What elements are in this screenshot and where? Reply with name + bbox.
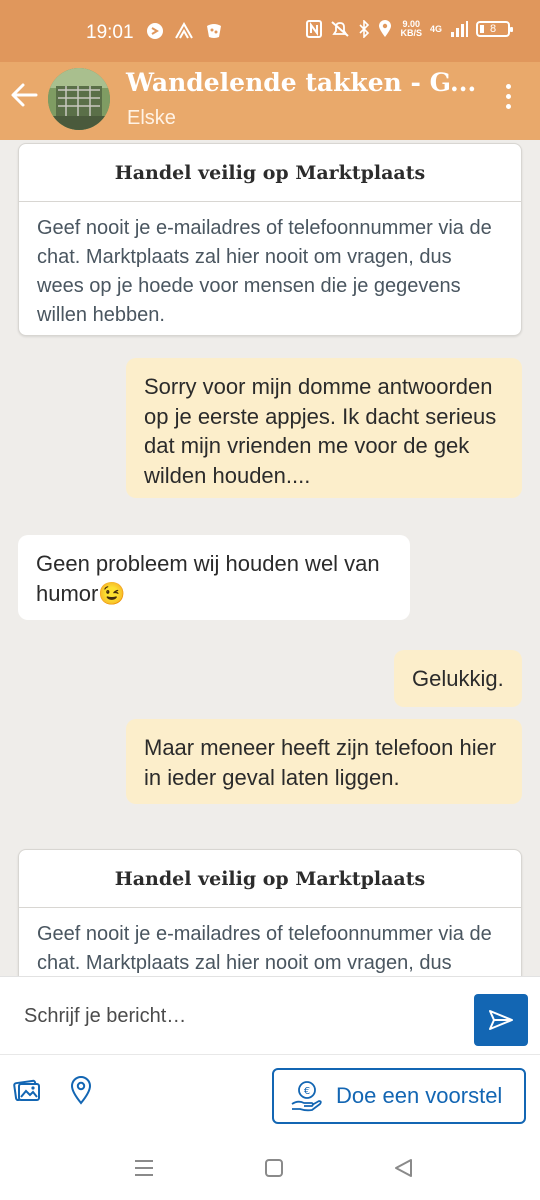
safety-notice: Handel veilig op Marktplaats Geef nooit … <box>18 143 522 336</box>
message-composer <box>0 976 540 1055</box>
message-input[interactable] <box>0 977 460 1055</box>
app-bar: Wandelende takken - G... Elske <box>0 62 540 140</box>
chat-actions: € Doe een voorstel <box>0 1054 540 1140</box>
location-pin-icon[interactable] <box>66 1075 96 1105</box>
net-speed-unit: KB/S <box>400 28 422 38</box>
system-navigation-bar <box>0 1140 540 1200</box>
avatar[interactable] <box>48 68 110 130</box>
bluetooth-icon <box>359 20 370 38</box>
conversation-partner-name: Elske <box>127 107 176 129</box>
message-outgoing[interactable]: Maar meneer heeft zijn telefoon hier in … <box>126 719 522 804</box>
make-offer-button[interactable]: € Doe een voorstel <box>272 1068 526 1124</box>
svg-text:€: € <box>304 1086 310 1097</box>
status-bar: 19:01 9.00 KB/S 4G 8 <box>0 0 540 62</box>
back-nav-icon[interactable] <box>392 1157 414 1179</box>
mute-icon <box>331 21 350 37</box>
safety-notice-body: Geef nooit je e-mailadres of telefoonnum… <box>37 217 492 326</box>
avatar-image <box>48 68 110 130</box>
message-outgoing[interactable]: Sorry voor mijn domme antwoorden op je e… <box>126 358 522 498</box>
net-speed: 9.00 KB/S <box>400 20 422 38</box>
signal-icon <box>451 21 468 37</box>
status-system-icons: 9.00 KB/S 4G 8 <box>306 20 513 38</box>
chat-messages[interactable]: Handel veilig op Marktplaats Geef nooit … <box>0 140 540 976</box>
battery-fill <box>480 25 484 33</box>
photos-icon[interactable] <box>12 1075 42 1105</box>
message-outgoing[interactable]: Gelukkig. <box>394 650 522 707</box>
nfc-icon <box>306 20 323 38</box>
make-offer-label: Doe een voorstel <box>336 1083 503 1108</box>
safety-notice-title: Handel veilig op Marktplaats <box>19 144 521 202</box>
euro-hand-icon: € <box>291 1081 322 1112</box>
game-notification-icon <box>207 24 221 38</box>
safety-notice-title: Handel veilig op Marktplaats <box>19 850 521 908</box>
more-vertical-icon[interactable] <box>504 84 512 114</box>
network-type: 4G <box>429 24 442 34</box>
arrow-left-icon[interactable] <box>8 79 40 111</box>
home-icon[interactable] <box>263 1157 285 1179</box>
status-time: 19:01 <box>86 22 134 43</box>
battery-icon: 8 <box>476 21 513 37</box>
safety-notice: Handel veilig op Marktplaats Geef nooit … <box>18 849 522 976</box>
app-notification-icon <box>175 22 193 39</box>
battery-level: 8 <box>489 23 497 35</box>
notification-icon <box>147 23 163 39</box>
recent-apps-icon[interactable] <box>133 1157 155 1179</box>
status-notification-icons <box>146 22 224 40</box>
conversation-title: Wandelende takken - G... <box>126 68 477 97</box>
safety-notice-body: Geef nooit je e-mailadres of telefoonnum… <box>37 923 492 974</box>
location-status-icon <box>379 20 392 37</box>
send-icon <box>489 1010 513 1030</box>
send-button[interactable] <box>474 994 528 1046</box>
message-incoming[interactable]: Geen probleem wij houden wel van humor😉 <box>18 535 410 620</box>
